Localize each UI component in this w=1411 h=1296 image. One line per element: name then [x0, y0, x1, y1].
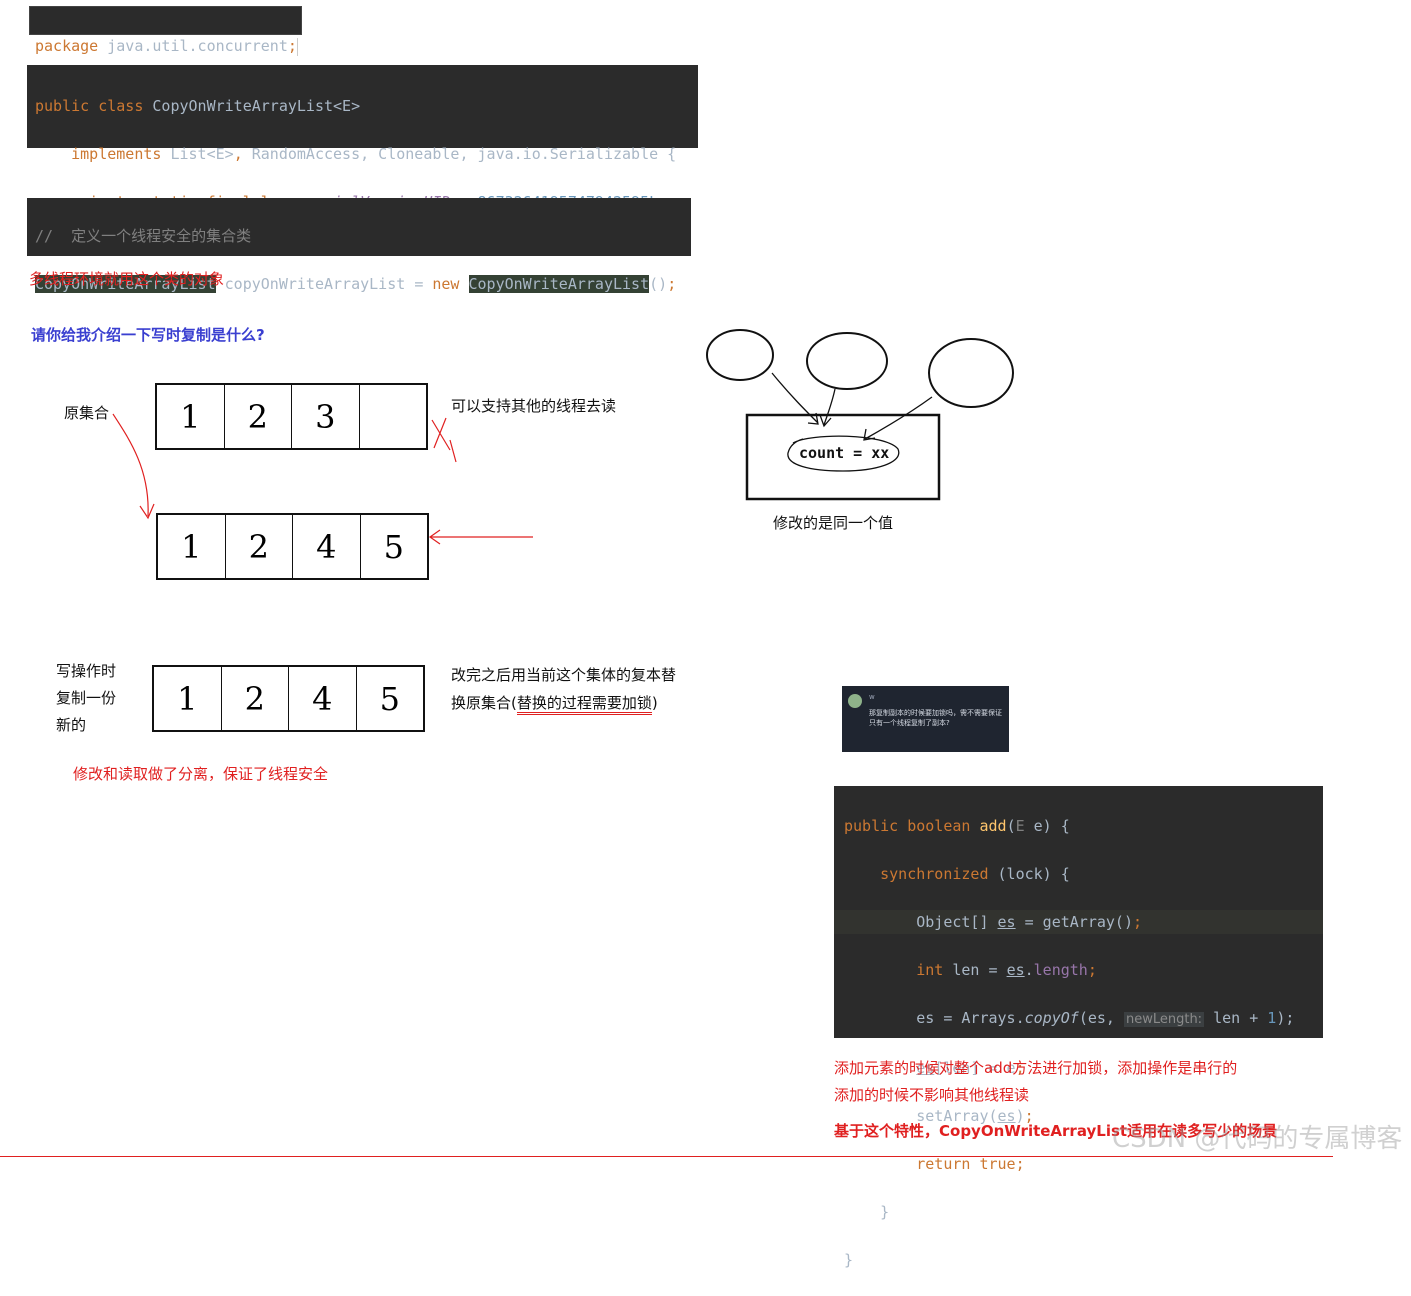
code-punct: ; — [1015, 1155, 1025, 1173]
code-text: (es, — [1078, 1009, 1115, 1027]
watermark: CSDN @代码的专属博客 — [1112, 1124, 1403, 1154]
code-add-method: public boolean add(E e) { synchronized (… — [834, 786, 1323, 1269]
thread-circle — [928, 338, 1014, 408]
thread-circle — [706, 329, 774, 381]
code-text: Object[] — [916, 913, 989, 931]
cross-mark — [431, 417, 457, 463]
thread-circle — [806, 332, 888, 390]
code-function: add — [979, 817, 1007, 835]
label-same-value: 修改的是同一个值 — [773, 514, 894, 532]
avatar — [848, 694, 862, 708]
code-text: e) { — [1033, 817, 1070, 835]
code-type: E — [1015, 817, 1025, 835]
code-text: len + — [1213, 1009, 1259, 1027]
code-var: es — [1006, 961, 1025, 979]
comment-text: 那复制副本的时候要加锁吗，需不需要保证只有一个线程复制了副本? — [869, 709, 1002, 727]
thread-arrow — [819, 388, 836, 428]
code-keyword: public boolean — [844, 817, 971, 835]
code-function: copyOf — [1024, 1009, 1079, 1027]
comment-user: w — [869, 693, 875, 701]
code-keyword: int — [916, 961, 944, 979]
count-label: count = xx — [799, 444, 890, 462]
code-punct: ; — [1087, 961, 1097, 979]
code-text: es = Arrays. — [916, 1009, 1025, 1027]
code-punct: ; — [1133, 913, 1143, 931]
code-text: = getArray() — [1024, 913, 1133, 931]
note-no-affect: 添加的时候不影响其他线程读 — [834, 1086, 1030, 1104]
code-text: len = — [952, 961, 998, 979]
bottom-divider — [0, 1156, 1333, 1157]
thread-arrow — [863, 396, 933, 441]
code-text: ); — [1276, 1009, 1295, 1027]
copy-arrow-head — [139, 503, 155, 520]
comment-popup: w 那复制副本的时候要加锁吗，需不需要保证只有一个线程复制了副本? — [842, 686, 1009, 752]
code-field: length — [1033, 961, 1088, 979]
code-number: 1 — [1267, 1009, 1277, 1027]
code-text: } — [880, 1203, 890, 1221]
thread-diagram — [706, 329, 1014, 501]
incoming-arrow — [428, 529, 533, 545]
copy-arrow — [112, 413, 149, 517]
code-var: es — [997, 913, 1016, 931]
thread-arrow — [771, 372, 819, 425]
code-text: (lock) { — [997, 865, 1070, 883]
code-keyword: return true — [916, 1155, 1016, 1173]
note-add-lock: 添加元素的时候对整个add方法进行加锁，添加操作是串行的 — [834, 1059, 1238, 1077]
code-keyword: synchronized — [880, 865, 989, 883]
code-text: } — [844, 1251, 854, 1269]
param-hint: newLength: — [1123, 1012, 1205, 1027]
